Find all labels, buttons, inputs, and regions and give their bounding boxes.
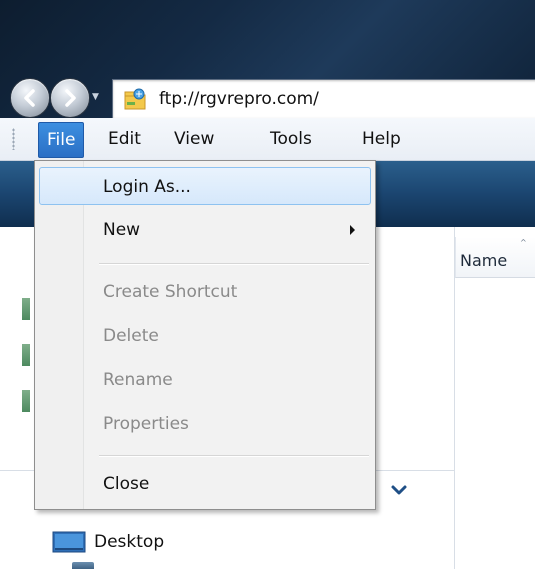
menu-item-label: Properties [103,414,189,434]
tree-item-label: Desktop [94,532,165,552]
file-list-pane: ^ Name [455,227,535,569]
file-menu-dropdown: Login As... New Create Shortcut Delete R… [34,160,376,510]
ftp-folder-icon [124,88,146,110]
folders-chevron-down-icon[interactable] [390,484,408,498]
menu-item-label: New [103,220,141,240]
menu-item-close[interactable]: Close [39,465,371,503]
menu-item-label: Delete [103,326,159,346]
back-button[interactable] [10,78,50,118]
favorite-link-icon[interactable] [22,298,30,320]
explorer-window: ▼ ftp://rgvrepro.com/ File Edit View Too… [0,0,535,569]
address-text[interactable]: ftp://rgvrepro.com/ [159,89,319,109]
menu-item-label: Close [103,474,150,494]
favorite-link-icon[interactable] [22,344,30,366]
column-header-name[interactable]: ^ Name [455,237,535,278]
menu-item-login-as[interactable]: Login As... [39,167,371,205]
menu-help[interactable]: Help [354,124,409,154]
menu-item-label: Rename [103,370,173,390]
recent-pages-chevron-down-icon[interactable]: ▼ [92,92,102,102]
forward-button[interactable] [50,78,90,118]
menu-item-properties[interactable]: Properties [39,405,371,443]
column-header-label: Name [460,251,508,270]
menu-edit[interactable]: Edit [100,124,149,154]
favorite-link-icon[interactable] [22,390,30,412]
menubar-grip-icon[interactable] [12,128,15,150]
menu-item-label: Create Shortcut [103,282,238,302]
forward-arrow-icon [65,89,76,107]
menu-item-delete[interactable]: Delete [39,317,371,355]
menu-item-label: Login As... [103,177,191,197]
menu-separator [99,455,369,457]
menu-separator [99,263,369,265]
sort-caret-icon: ^ [520,238,527,247]
address-bar[interactable]: ftp://rgvrepro.com/ [112,79,535,119]
menu-file[interactable]: File [38,122,85,158]
menu-item-rename[interactable]: Rename [39,361,371,399]
menu-item-create-shortcut[interactable]: Create Shortcut [39,273,371,311]
menu-item-new[interactable]: New [39,211,371,249]
submenu-arrow-icon [350,225,355,235]
back-arrow-icon [24,89,35,107]
desktop-icon [52,531,86,553]
menu-view[interactable]: View [166,124,222,154]
menu-bar: File Edit View Tools Help [0,118,535,161]
menu-tools[interactable]: Tools [262,124,320,154]
computer-icon[interactable] [72,562,94,569]
title-bar: ▼ ftp://rgvrepro.com/ [0,0,535,119]
